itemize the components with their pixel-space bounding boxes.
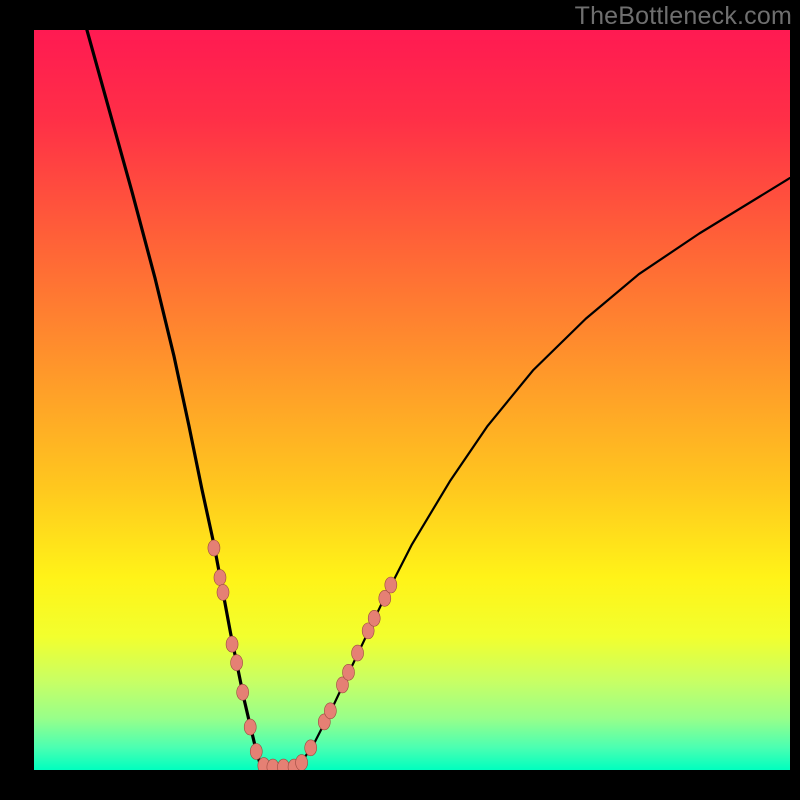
data-marker <box>368 610 380 626</box>
data-marker <box>217 584 229 600</box>
data-marker <box>324 703 336 719</box>
data-marker <box>214 570 226 586</box>
data-marker <box>352 645 364 661</box>
data-marker <box>208 540 220 556</box>
chart-frame: TheBottleneck.com <box>0 0 800 800</box>
chart-svg <box>34 30 790 770</box>
data-marker <box>343 664 355 680</box>
data-marker <box>237 684 249 700</box>
data-marker <box>244 719 256 735</box>
data-marker <box>226 636 238 652</box>
data-marker <box>296 755 308 770</box>
data-marker <box>385 577 397 593</box>
data-marker <box>305 740 317 756</box>
watermark-text: TheBottleneck.com <box>575 2 792 31</box>
data-marker <box>277 759 289 770</box>
curve-right-branch <box>299 178 790 766</box>
data-marker <box>250 744 262 760</box>
plot-area <box>34 30 790 770</box>
data-marker <box>231 655 243 671</box>
